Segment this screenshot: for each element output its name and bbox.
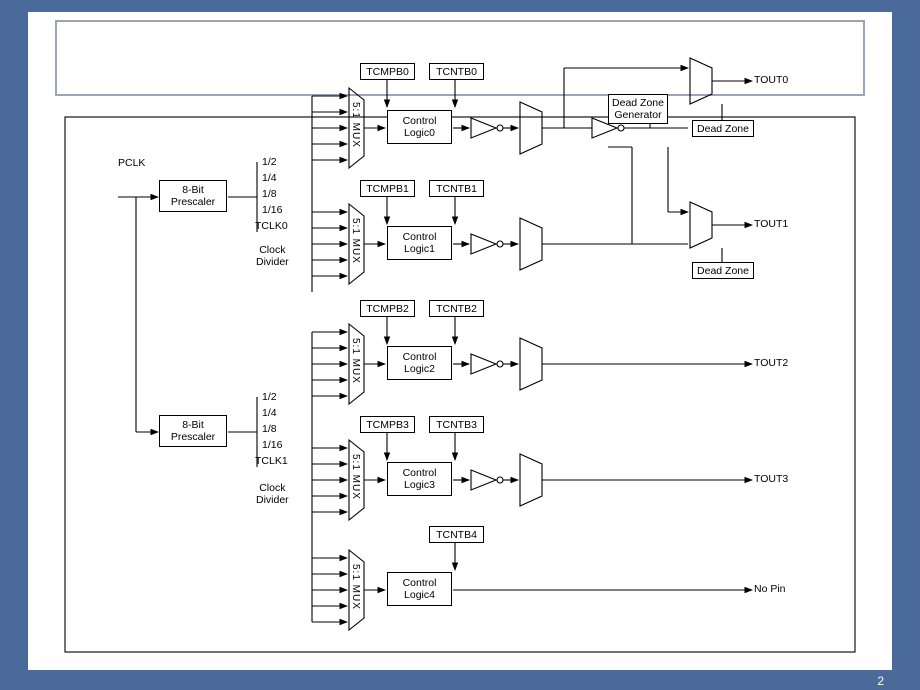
control-logic-0: Control Logic0 (387, 110, 452, 144)
ratio-b-0: 1/2 (262, 391, 277, 403)
tcntb-3: TCNTB3 (429, 416, 484, 433)
control-logic-3: Control Logic3 (387, 462, 452, 496)
prescaler-1: 8-Bit Prescaler (159, 415, 227, 447)
ratio-b-1: 1/4 (262, 407, 277, 419)
control-logic-1: Control Logic1 (387, 226, 452, 260)
mux-0-label: 5:1 MUX (350, 102, 361, 148)
mux-1-label: 5:1 MUX (350, 218, 361, 264)
tcmpb-1: TCMPB1 (360, 180, 415, 197)
control-logic-4: Control Logic4 (387, 572, 452, 606)
mux-2-label: 5:1 MUX (350, 338, 361, 384)
tout-2: TOUT2 (754, 357, 788, 369)
ratio-a-2: 1/8 (262, 188, 277, 200)
tout-3: TOUT3 (754, 473, 788, 485)
decorative-top-bar (28, 0, 892, 12)
tcmpb-2: TCMPB2 (360, 300, 415, 317)
clock-divider-b: Clock Divider (256, 482, 289, 506)
diagram-svg (52, 52, 868, 657)
mux-4-label: 5:1 MUX (350, 564, 361, 610)
tcmpb-3: TCMPB3 (360, 416, 415, 433)
tcntb-0: TCNTB0 (429, 63, 484, 80)
ratio-b-3: 1/16 (262, 439, 282, 451)
clock-divider-a: Clock Divider (256, 244, 289, 268)
timer-block-diagram: PCLK 8-Bit Prescaler 8-Bit Prescaler 1/2… (52, 52, 868, 657)
tcmpb-0: TCMPB0 (360, 63, 415, 80)
decorative-bottom-bar: 2 (28, 670, 892, 690)
tout-0: TOUT0 (754, 74, 788, 86)
decorative-right-band (892, 0, 920, 690)
dead-zone-0: Dead Zone (692, 120, 754, 137)
ratio-a-0: 1/2 (262, 156, 277, 168)
tcntb-4: TCNTB4 (429, 526, 484, 543)
ratio-b-2: 1/8 (262, 423, 277, 435)
nopin-4: No Pin (754, 583, 786, 595)
decorative-left-band (0, 0, 28, 690)
ratio-a-3: 1/16 (262, 204, 282, 216)
slide: 2 (0, 0, 920, 690)
control-logic-2: Control Logic2 (387, 346, 452, 380)
ratio-a-1: 1/4 (262, 172, 277, 184)
prescaler-0: 8-Bit Prescaler (159, 180, 227, 212)
tcntb-2: TCNTB2 (429, 300, 484, 317)
mux-3-label: 5:1 MUX (350, 454, 361, 500)
tout-1: TOUT1 (754, 218, 788, 230)
pclk-label: PCLK (118, 157, 145, 169)
dead-zone-generator: Dead Zone Generator (608, 94, 668, 124)
dead-zone-1: Dead Zone (692, 262, 754, 279)
ratio-a-4: TCLK0 (255, 220, 288, 232)
tcntb-1: TCNTB1 (429, 180, 484, 197)
page-number: 2 (877, 674, 884, 688)
ratio-b-4: TCLK1 (255, 455, 288, 467)
